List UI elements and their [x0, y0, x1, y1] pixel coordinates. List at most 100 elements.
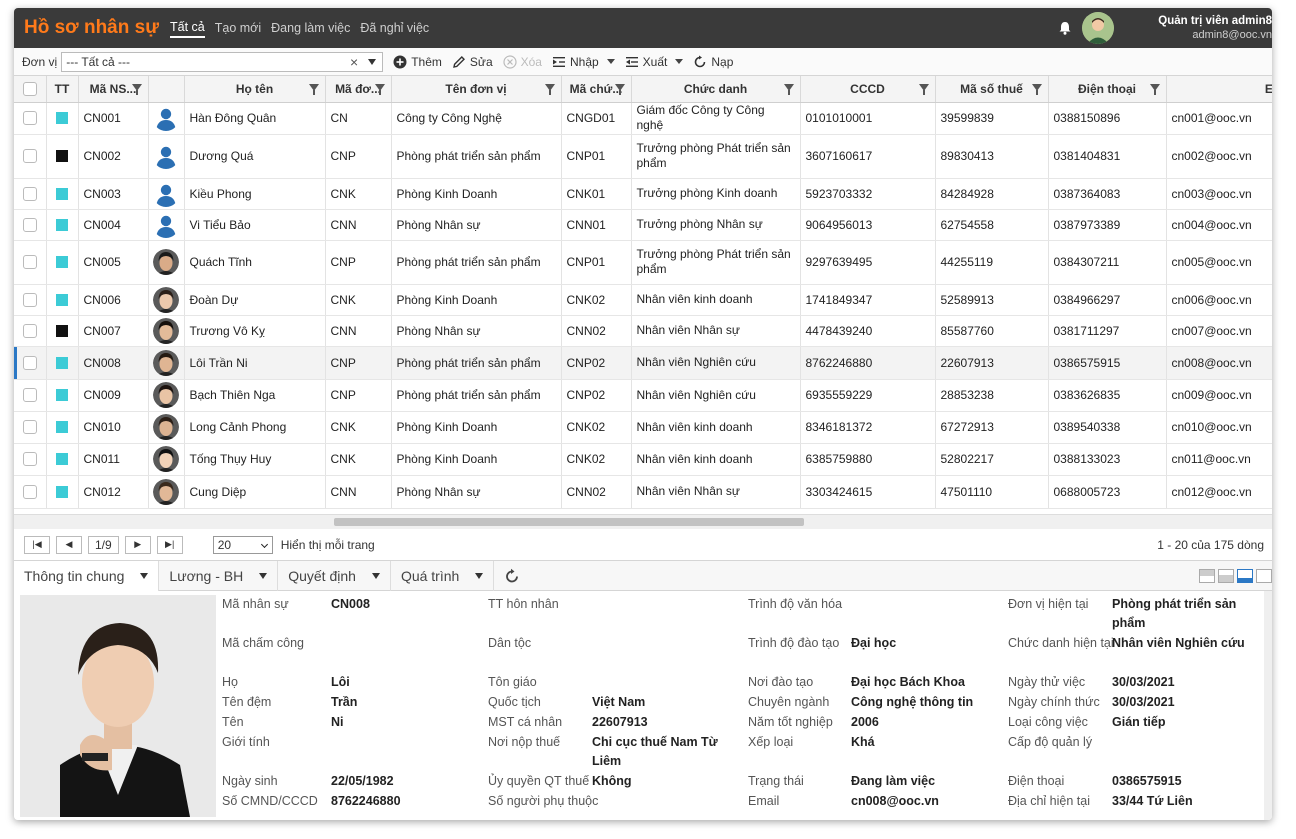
employee-avatar — [153, 317, 179, 344]
tab-resigned[interactable]: Đã nghỉ việc — [360, 19, 429, 37]
row-select-cell[interactable] — [14, 475, 47, 509]
employee-avatar — [153, 382, 179, 408]
chevron-down-icon[interactable] — [368, 58, 377, 65]
row-checkbox[interactable] — [22, 186, 37, 201]
filter-icon[interactable] — [1031, 84, 1042, 95]
row-select-cell[interactable] — [14, 134, 47, 179]
table-row[interactable]: CN005 Quách Tĩnh CNP Phòng phát triển sản p… — [14, 240, 1272, 285]
row-checkbox[interactable] — [22, 388, 37, 402]
tab-all[interactable]: Tất cả — [170, 18, 205, 38]
col-employee-id[interactable]: Mã NS... — [78, 76, 149, 103]
next-page-button[interactable]: ▶ — [124, 535, 151, 554]
tab-working[interactable]: Đang làm việc — [271, 19, 350, 37]
employee-avatar — [153, 414, 179, 440]
col-tt[interactable]: TT — [46, 76, 79, 103]
row-select-cell[interactable] — [14, 178, 47, 210]
add-button[interactable]: Thêm — [393, 55, 442, 69]
filter-icon[interactable] — [544, 84, 555, 95]
row-select-cell[interactable] — [14, 411, 47, 444]
table-row[interactable]: CN010 Long Cảnh Phong CNK Phòng Kinh Doanh C… — [14, 411, 1272, 444]
row-select-cell[interactable] — [14, 315, 47, 347]
filter-icon[interactable] — [614, 84, 625, 95]
title-code: CNK02 — [561, 284, 632, 316]
table-row[interactable]: CN007 Trương Vô Kỵ CNN Phòng Nhân sự CNN02 Nh… — [14, 315, 1272, 347]
table-row[interactable]: CN001 Hàn Đông Quân CN Công ty Công Nghệ CNG… — [14, 102, 1272, 135]
employee-id: CN004 — [78, 209, 149, 241]
row-checkbox[interactable] — [22, 149, 37, 163]
table-row[interactable]: CN008 Lôi Trần Ni CNP Phòng phát triển sản … — [14, 346, 1272, 380]
unit-select-value: --- Tất cả --- — [66, 54, 130, 69]
prev-page-button[interactable]: ◀ — [56, 535, 82, 554]
table-row[interactable]: CN002 Dương Quá CNP Phòng phát triển sản ph… — [14, 134, 1272, 179]
filter-icon[interactable] — [783, 84, 794, 95]
user-avatar[interactable] — [1082, 12, 1114, 44]
user-area[interactable]: Quản trị viên admin8 admin8@ooc.vn — [1058, 8, 1272, 48]
reload-button[interactable]: Nạp — [693, 55, 733, 69]
select-all-header[interactable] — [14, 76, 47, 103]
edit-button[interactable]: Sửa — [452, 55, 493, 69]
table-row[interactable]: CN012 Cung Diệp CNN Phòng Nhân sự CNN02 Nhân … — [14, 475, 1272, 509]
filter-icon[interactable] — [131, 84, 142, 95]
employee-avatar-icon — [153, 382, 179, 408]
layout-bottom-icon[interactable] — [1237, 569, 1253, 583]
row-checkbox[interactable] — [22, 420, 37, 434]
layout-full-icon[interactable] — [1256, 569, 1272, 583]
row-checkbox[interactable] — [22, 323, 37, 338]
col-title[interactable]: Chức danh — [631, 76, 801, 103]
row-checkbox[interactable] — [22, 355, 37, 370]
col-name[interactable]: Họ tên — [184, 76, 326, 103]
layout-split-icon[interactable] — [1218, 569, 1234, 583]
table-row[interactable]: CN003 Kiều Phong CNK Phòng Kinh Doanh CNK01 T… — [14, 178, 1272, 210]
filter-icon[interactable] — [308, 84, 319, 95]
row-select-cell[interactable] — [14, 240, 47, 285]
col-unit-name[interactable]: Tên đơn vị — [391, 76, 562, 103]
col-phone[interactable]: Điện thoại — [1048, 76, 1167, 103]
row-select-cell[interactable] — [14, 102, 47, 135]
row-select-cell[interactable] — [14, 346, 47, 380]
col-title-code[interactable]: Mã chứ... — [561, 76, 632, 103]
filter-icon[interactable] — [918, 84, 929, 95]
tab-general-info[interactable]: Thông tin chung — [14, 560, 160, 591]
scrollbar-thumb[interactable] — [334, 518, 804, 526]
row-select-cell[interactable] — [14, 443, 47, 476]
import-button[interactable]: Nhập — [552, 55, 615, 69]
row-checkbox[interactable] — [22, 255, 37, 269]
row-checkbox[interactable] — [22, 292, 37, 307]
row-checkbox[interactable] — [22, 217, 37, 232]
horizontal-scrollbar[interactable] — [14, 515, 1272, 529]
row-select-cell[interactable] — [14, 379, 47, 412]
cccd: 8346181372 — [800, 411, 936, 444]
select-all-checkbox[interactable] — [22, 81, 37, 96]
layout-top-icon[interactable] — [1199, 569, 1215, 583]
refresh-icon[interactable] — [504, 568, 520, 584]
table-row[interactable]: CN004 Vi Tiểu Bảo CNN Phòng Nhân sự CNN01 Trư… — [14, 209, 1272, 241]
row-checkbox[interactable] — [22, 111, 37, 125]
col-tax[interactable]: Mã số thuế — [935, 76, 1049, 103]
clear-icon[interactable]: × — [350, 54, 358, 70]
col-cccd[interactable]: CCCD — [800, 76, 936, 103]
tab-salary-insurance[interactable]: Lương - BH — [159, 560, 279, 591]
col-unit-code[interactable]: Mã đơ... — [325, 76, 392, 103]
filter-icon[interactable] — [374, 84, 385, 95]
tab-decisions[interactable]: Quyết định — [278, 560, 391, 591]
first-page-button[interactable]: |◀ — [24, 535, 50, 554]
bell-icon[interactable] — [1058, 21, 1072, 35]
tab-new[interactable]: Tạo mới — [215, 19, 261, 37]
table-row[interactable]: CN011 Tống Thụy Huy CNK Phòng Kinh Doanh CNK… — [14, 443, 1272, 476]
last-page-button[interactable]: ▶| — [156, 535, 183, 554]
tab-history[interactable]: Quá trình — [391, 560, 495, 591]
row-status-cell — [46, 411, 79, 444]
row-checkbox[interactable] — [22, 452, 37, 466]
detail-scrollbar[interactable] — [1264, 591, 1272, 820]
page-size-select[interactable]: 20 — [212, 535, 273, 554]
delete-button[interactable]: Xóa — [503, 55, 542, 69]
filter-icon[interactable] — [1149, 84, 1160, 95]
col-email[interactable]: Em — [1166, 76, 1272, 103]
table-row[interactable]: CN009 Bạch Thiên Nga CNP Phòng phát triển s… — [14, 379, 1272, 412]
row-select-cell[interactable] — [14, 209, 47, 241]
row-select-cell[interactable] — [14, 284, 47, 316]
table-row[interactable]: CN006 Đoàn Dự CNK Phòng Kinh Doanh CNK02 Nhân… — [14, 284, 1272, 316]
export-button[interactable]: Xuất — [625, 55, 684, 69]
row-checkbox[interactable] — [22, 484, 37, 499]
unit-select[interactable]: --- Tất cả --- × — [61, 51, 384, 72]
